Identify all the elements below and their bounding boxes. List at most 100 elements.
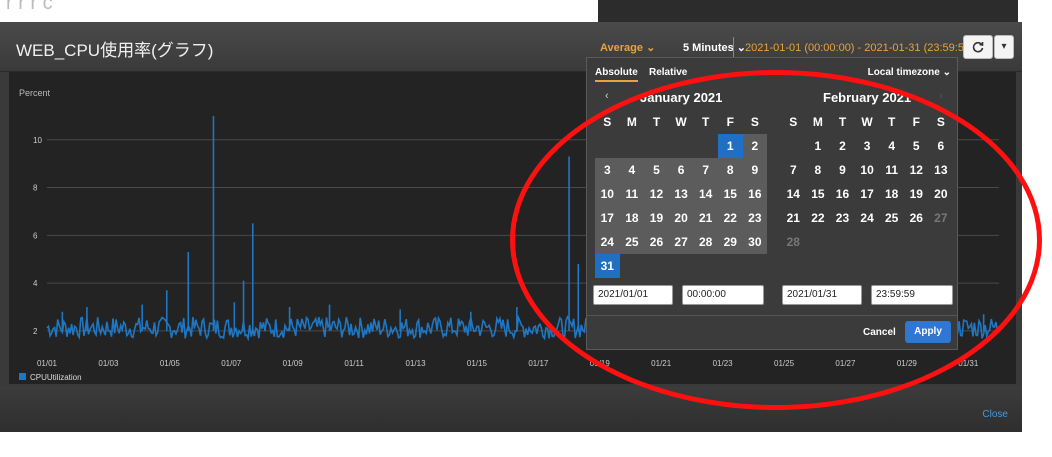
calendar-day[interactable]: 22 — [806, 206, 831, 230]
x-tick-label: 01/01 — [37, 359, 58, 368]
calendar-day[interactable]: 30 — [742, 230, 768, 254]
calendar-day[interactable]: 7 — [781, 158, 806, 182]
calendar-day[interactable]: 24 — [855, 206, 880, 230]
period-dropdown[interactable]: 5 Minutes ⌄ — [683, 41, 746, 54]
date-range-picker: Absolute Relative Local timezone ⌄ ‹ Jan… — [586, 57, 958, 350]
refresh-icon — [972, 41, 984, 53]
weekday-label: S — [603, 115, 612, 129]
calendar-day[interactable]: 5 — [904, 134, 929, 158]
calendar-day[interactable]: 9 — [830, 158, 855, 182]
calendar-day[interactable]: 23 — [830, 206, 855, 230]
calendar-empty-cell — [781, 134, 806, 158]
calendar-day[interactable]: 20 — [668, 206, 694, 230]
calendar-day[interactable]: 25 — [619, 230, 645, 254]
weekday-label: T — [702, 115, 710, 129]
x-tick-label: 01/25 — [774, 359, 795, 368]
calendar-day[interactable]: 19 — [904, 182, 929, 206]
calendar-day[interactable]: 8 — [806, 158, 831, 182]
calendar-day[interactable]: 13 — [668, 182, 694, 206]
calendar-day[interactable]: 6 — [668, 158, 694, 182]
calendar-day[interactable]: 16 — [830, 182, 855, 206]
close-link[interactable]: Close — [982, 409, 1008, 420]
end-time-input[interactable]: 23:59:59 — [871, 285, 953, 305]
x-tick-label: 01/13 — [406, 359, 427, 368]
x-tick-label: 01/17 — [528, 359, 549, 368]
weekday-label: S — [750, 115, 759, 129]
calendar-day[interactable]: 23 — [742, 206, 768, 230]
calendar-day[interactable]: 2 — [830, 134, 855, 158]
calendar-day[interactable]: 17 — [595, 206, 620, 230]
calendar-day[interactable]: 12 — [904, 158, 929, 182]
calendar-day[interactable]: 14 — [693, 182, 718, 206]
calendar-day[interactable]: 9 — [742, 158, 768, 182]
start-time-input[interactable]: 00:00:00 — [682, 285, 764, 305]
calendar-day[interactable]: 8 — [717, 158, 743, 182]
calendar-day[interactable]: 6 — [929, 134, 954, 158]
calendar-day[interactable]: 31 — [595, 254, 620, 278]
calendar-day[interactable]: 21 — [693, 206, 718, 230]
calendar-day[interactable]: 15 — [717, 182, 743, 206]
calendar-day[interactable]: 28 — [781, 230, 806, 254]
calendar-day[interactable]: 25 — [879, 206, 904, 230]
x-tick-label: 01/07 — [221, 359, 242, 368]
calendar-empty-cell — [620, 134, 645, 158]
calendar-day[interactable]: 3 — [855, 134, 880, 158]
x-tick-label: 01/29 — [897, 359, 918, 368]
calendar-day[interactable]: 29 — [717, 230, 743, 254]
calendar-day[interactable]: 18 — [619, 206, 645, 230]
x-tick-label: 01/09 — [283, 359, 304, 368]
calendar-day[interactable]: 10 — [595, 182, 620, 206]
calendar-empty-cell — [595, 134, 620, 158]
y-tick-label: 4 — [33, 279, 38, 288]
tab-absolute[interactable]: Absolute — [595, 67, 638, 82]
timezone-dropdown[interactable]: Local timezone ⌄ — [868, 67, 951, 78]
x-tick-label: 01/15 — [467, 359, 488, 368]
refresh-options-button[interactable]: ▾ — [994, 35, 1014, 59]
weekday-label: W — [861, 115, 873, 129]
calendar-day[interactable]: 4 — [879, 134, 904, 158]
calendar-day[interactable]: 22 — [717, 206, 743, 230]
end-date-input[interactable]: 2021/01/31 — [782, 285, 862, 305]
calendar-day[interactable]: 19 — [644, 206, 669, 230]
calendar-day[interactable]: 15 — [806, 182, 831, 206]
calendar-day[interactable]: 24 — [595, 230, 620, 254]
calendar-day[interactable]: 27 — [668, 230, 694, 254]
refresh-button[interactable] — [963, 35, 993, 59]
start-date-input[interactable]: 2021/01/01 — [593, 285, 673, 305]
weekday-label: S — [789, 115, 798, 129]
calendar-day[interactable]: 10 — [855, 158, 880, 182]
calendar-day[interactable]: 18 — [879, 182, 904, 206]
calendar-day[interactable]: 1 — [717, 134, 743, 158]
calendar-day[interactable]: 12 — [644, 182, 669, 206]
x-tick-label: 01/11 — [344, 359, 364, 368]
statistic-dropdown[interactable]: Average ⌄ — [600, 41, 655, 54]
calendar-day[interactable]: 26 — [644, 230, 669, 254]
apply-button[interactable]: Apply — [905, 321, 951, 343]
calendar-day[interactable]: 26 — [904, 206, 929, 230]
calendar-day[interactable]: 21 — [781, 206, 806, 230]
calendar-day[interactable]: 13 — [929, 158, 954, 182]
cancel-button[interactable]: Cancel — [863, 327, 896, 338]
tab-relative[interactable]: Relative — [649, 67, 687, 78]
calendar-day[interactable]: 3 — [595, 158, 620, 182]
top-strip-text: r r r c — [6, 0, 53, 14]
calendar-day[interactable]: 28 — [693, 230, 718, 254]
calendar-day[interactable]: 7 — [693, 158, 718, 182]
calendar-day[interactable]: 20 — [929, 182, 954, 206]
time-range-dropdown[interactable]: 2021-01-01 (00:00:00) - 2021-01-31 (23:5… — [745, 41, 986, 54]
prev-month-icon[interactable]: ‹ — [605, 90, 609, 102]
next-month-icon[interactable]: › — [939, 90, 943, 102]
calendar-day[interactable]: 27 — [929, 206, 954, 230]
calendar-day[interactable]: 5 — [644, 158, 669, 182]
calendar-day[interactable]: 14 — [781, 182, 806, 206]
calendar-day[interactable]: 17 — [855, 182, 880, 206]
calendar-day[interactable]: 11 — [619, 182, 645, 206]
weekday-label: T — [888, 115, 896, 129]
calendar-day[interactable]: 1 — [806, 134, 831, 158]
calendar-day[interactable]: 4 — [619, 158, 645, 182]
x-tick-label: 01/19 — [590, 359, 611, 368]
calendar-day[interactable]: 2 — [742, 134, 768, 158]
x-tick-label: 01/03 — [98, 359, 119, 368]
calendar-day[interactable]: 11 — [879, 158, 904, 182]
calendar-day[interactable]: 16 — [742, 182, 768, 206]
